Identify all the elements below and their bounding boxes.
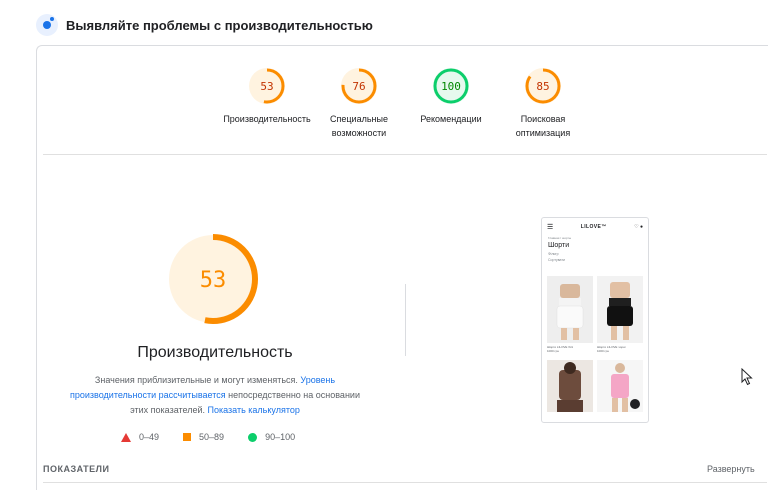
metrics-heading: ПОКАЗАТЕЛИ xyxy=(43,464,110,474)
expand-button[interactable]: Развернуть xyxy=(707,464,755,474)
product-card: Шорти LILOVE чорні 1000 грн xyxy=(597,276,643,357)
gauge-label: Производительность xyxy=(223,114,311,124)
phone-page-title: Шорти xyxy=(548,242,570,249)
gauge-ring: 85 xyxy=(525,68,561,104)
product-card xyxy=(547,360,593,412)
product-grid: Шорти LILOVE білі 1000 грн Шорти LILOVE ч… xyxy=(547,276,645,412)
page-screenshot-thumbnail: ☰ LILOVE™ ♡ ● Главная / шорты Шорти Філь… xyxy=(541,217,649,423)
gauge-seo[interactable]: 85 Поисковая оптимизация xyxy=(493,66,593,140)
product-card xyxy=(597,360,643,412)
gauge-best-practices[interactable]: 100 Рекомендации xyxy=(401,66,501,126)
gauge-score: 53 xyxy=(260,80,273,93)
site-logo: LILOVE™ xyxy=(580,224,607,230)
product-card: Шорти LILOVE білі 1000 грн xyxy=(547,276,593,357)
legend-poor: 0–49 xyxy=(121,432,159,442)
section-title: Выявляйте проблемы с производительностью xyxy=(66,17,373,33)
show-calculator-link[interactable]: Показать калькулятор xyxy=(208,405,300,415)
lighthouse-icon xyxy=(36,14,58,36)
legend-good: 90–100 xyxy=(248,432,295,442)
performance-title: Производительность xyxy=(137,344,293,361)
product-image xyxy=(547,360,593,412)
gauge-accessibility[interactable]: 76 Специальные возможности xyxy=(309,66,409,140)
gauge-ring: 76 xyxy=(341,68,377,104)
chat-icon xyxy=(630,399,640,409)
mouse-cursor-icon xyxy=(741,368,753,386)
menu-icon: ☰ xyxy=(547,224,554,231)
phone-sort: Сортувати xyxy=(548,258,565,262)
vertical-divider xyxy=(405,284,406,356)
performance-score-gauge: 53 xyxy=(168,234,258,324)
gauge-score: 76 xyxy=(352,80,365,93)
triangle-icon xyxy=(121,432,131,442)
product-image xyxy=(547,276,593,343)
cart-icon: ♡ ● xyxy=(634,224,643,230)
performance-description: Значения приблизительные и могут изменят… xyxy=(70,375,360,415)
square-icon xyxy=(183,433,192,441)
product-caption: Шорти LILOVE чорні 1000 грн xyxy=(597,345,626,353)
divider xyxy=(43,154,767,155)
gauge-ring: 53 xyxy=(249,68,285,104)
performance-score: 53 xyxy=(200,268,227,293)
gauge-score: 85 xyxy=(536,80,549,93)
product-caption: Шорти LILOVE білі 1000 грн xyxy=(547,345,574,353)
gauge-performance[interactable]: 53 Производительность xyxy=(217,66,317,126)
gauge-label: Поисковая оптимизация xyxy=(515,114,571,138)
gauge-score: 100 xyxy=(441,80,461,93)
circle-icon xyxy=(248,432,258,442)
gauge-label: Специальные возможности xyxy=(330,114,388,138)
report-card: 53 Производительность 76 Специальные воз… xyxy=(36,45,768,490)
score-legend: 0–49 50–89 90–100 xyxy=(121,432,319,442)
product-image xyxy=(597,276,643,343)
phone-topbar: ☰ LILOVE™ ♡ ● xyxy=(542,218,648,236)
section-header: Выявляйте проблемы с производительностью xyxy=(36,12,373,38)
divider xyxy=(43,482,767,483)
legend-average: 50–89 xyxy=(183,432,224,442)
gauge-ring: 100 xyxy=(433,68,469,104)
product-image xyxy=(597,360,643,412)
category-gauges: 53 Производительность 76 Специальные воз… xyxy=(37,46,768,154)
gauge-label: Рекомендации xyxy=(420,114,482,124)
